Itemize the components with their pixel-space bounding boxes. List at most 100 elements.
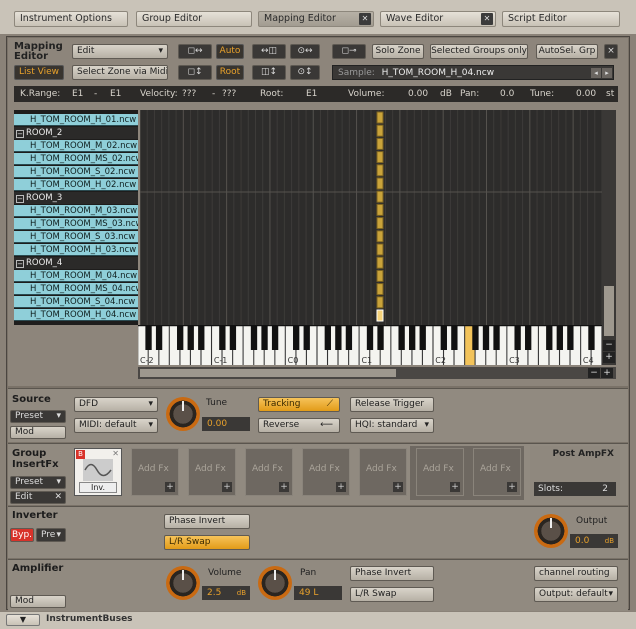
select-zone-midi-button[interactable]: Select Zone via Midi bbox=[72, 65, 168, 80]
black-key[interactable] bbox=[250, 326, 258, 350]
black-key[interactable] bbox=[271, 326, 279, 350]
tune-knob-value[interactable]: 0.00 bbox=[202, 417, 250, 431]
post-fx-slot-1[interactable]: Add Fx + bbox=[416, 448, 464, 496]
zone-block[interactable] bbox=[376, 111, 384, 124]
black-key[interactable] bbox=[588, 326, 595, 350]
hzoom-out-button[interactable]: − bbox=[588, 368, 600, 378]
black-key[interactable] bbox=[567, 326, 574, 350]
close-icon[interactable]: ✕ bbox=[359, 13, 371, 25]
tab-script-editor[interactable]: Script Editor bbox=[502, 11, 620, 27]
plus-icon[interactable]: + bbox=[507, 482, 517, 492]
root-button[interactable]: Root bbox=[216, 65, 244, 80]
velocity-high[interactable]: ??? bbox=[222, 86, 236, 102]
volume-knob-value[interactable]: 2.5 dB bbox=[202, 586, 250, 600]
pre-dropdown[interactable]: Pre bbox=[36, 528, 66, 542]
fx-preset-dropdown[interactable]: Preset bbox=[10, 476, 66, 489]
inverter-fx-slot[interactable]: B ✕ Inv. bbox=[74, 448, 122, 496]
release-trigger-button[interactable]: Release Trigger bbox=[350, 397, 434, 412]
tune-knob[interactable] bbox=[166, 397, 200, 431]
vertical-scrollbar[interactable]: − + bbox=[602, 110, 616, 365]
zone-tool-v-button[interactable]: ⊙↕ bbox=[290, 65, 320, 80]
lock-icon[interactable]: ◻⊸ bbox=[332, 44, 366, 59]
zone-block[interactable] bbox=[376, 177, 384, 190]
root-value[interactable]: E1 bbox=[306, 86, 317, 102]
zone-block[interactable] bbox=[376, 190, 384, 203]
amp-lr-swap-button[interactable]: L/R Swap bbox=[350, 587, 434, 602]
amp-mod-button[interactable]: Mod bbox=[10, 595, 66, 608]
zone-row[interactable]: H_TOM_ROOM_S_02.ncw bbox=[14, 166, 138, 178]
black-key[interactable] bbox=[145, 326, 152, 350]
zone-block[interactable] bbox=[376, 256, 384, 269]
list-view-button[interactable]: List View bbox=[14, 65, 64, 80]
zoom-in-button[interactable]: + bbox=[603, 352, 615, 363]
plus-icon[interactable]: + bbox=[222, 482, 232, 492]
zone-block[interactable] bbox=[376, 243, 384, 256]
output-knob-value[interactable]: 0.0 dB bbox=[570, 534, 618, 548]
black-key[interactable] bbox=[155, 326, 163, 350]
tune-value[interactable]: 0.00 bbox=[576, 86, 596, 102]
black-key[interactable] bbox=[261, 326, 268, 350]
black-key[interactable] bbox=[409, 326, 416, 350]
black-key[interactable] bbox=[366, 326, 374, 350]
zone-block[interactable] bbox=[376, 269, 384, 282]
amp-phase-invert-button[interactable]: Phase Invert bbox=[350, 566, 434, 581]
black-key[interactable] bbox=[398, 326, 405, 350]
hscroll-thumb[interactable] bbox=[140, 369, 396, 377]
expand-buses-button[interactable]: ▼ bbox=[6, 614, 40, 626]
zone-row[interactable]: H_TOM_ROOM_MS_04.ncw bbox=[14, 283, 138, 295]
fx-slot-2[interactable]: Add Fx + bbox=[131, 448, 179, 496]
black-key[interactable] bbox=[546, 326, 553, 350]
volume-value[interactable]: 0.00 bbox=[408, 86, 428, 102]
mapping-grid[interactable] bbox=[140, 110, 602, 325]
plus-icon[interactable]: + bbox=[450, 482, 460, 492]
zone-resize-v-button[interactable]: ◫↕ bbox=[252, 65, 286, 80]
black-key[interactable] bbox=[440, 326, 447, 350]
black-key[interactable] bbox=[556, 326, 563, 350]
output-dropdown[interactable]: Output: default bbox=[534, 587, 618, 602]
inverter-lr-swap-button[interactable]: L/R Swap bbox=[164, 535, 250, 550]
fx-slot-3[interactable]: Add Fx + bbox=[188, 448, 236, 496]
output-knob[interactable] bbox=[534, 514, 568, 548]
solo-zone-button[interactable]: Solo Zone bbox=[372, 44, 424, 59]
scroll-thumb[interactable] bbox=[604, 286, 614, 336]
tab-instrument-options[interactable]: Instrument Options bbox=[14, 11, 128, 27]
zone-row[interactable]: H_TOM_ROOM_M_02.ncw bbox=[14, 140, 138, 152]
piano-keyboard[interactable]: C-2 C-1 C0 C1 C2 C3 C4 bbox=[138, 325, 602, 365]
sample-next-icon[interactable]: ▸ bbox=[602, 68, 612, 78]
krange-high[interactable]: E1 bbox=[110, 86, 121, 102]
zone-row[interactable]: H_TOM_ROOM_S_04.ncw bbox=[14, 296, 138, 308]
black-key[interactable] bbox=[419, 326, 426, 350]
zone-block[interactable] bbox=[376, 296, 384, 309]
close-icon[interactable]: ✕ bbox=[54, 492, 62, 503]
zone-tool-button[interactable]: ⊙↔ bbox=[290, 44, 320, 59]
close-icon[interactable]: ✕ bbox=[112, 449, 119, 458]
hzoom-in-button[interactable]: + bbox=[601, 368, 613, 378]
selected-groups-only-button[interactable]: Selected Groups only bbox=[430, 44, 528, 59]
black-key[interactable] bbox=[177, 326, 184, 350]
tracking-button[interactable]: Tracking ⟋ bbox=[258, 397, 340, 412]
bypass-badge[interactable]: B bbox=[76, 450, 85, 459]
black-key[interactable] bbox=[472, 326, 479, 350]
sample-field[interactable]: Sample: H_TOM_ROOM_H_04.ncw ◂ ▸ bbox=[332, 65, 614, 80]
black-key[interactable] bbox=[482, 326, 490, 350]
collapse-icon[interactable]: − bbox=[16, 260, 24, 268]
bypass-button[interactable]: Byp. bbox=[10, 528, 34, 542]
zone-block[interactable] bbox=[376, 124, 384, 137]
volume-knob[interactable] bbox=[166, 566, 200, 600]
collapse-icon[interactable]: − bbox=[16, 195, 24, 203]
hq-dropdown[interactable]: HQI: standard bbox=[350, 418, 434, 433]
tab-wave-editor[interactable]: Wave Editor ✕ bbox=[380, 11, 496, 27]
piano-keys[interactable]: C-2 C-1 C0 C1 C2 C3 C4 bbox=[138, 326, 602, 365]
zone-row[interactable]: H_TOM_ROOM_M_04.ncw bbox=[14, 270, 138, 282]
edit-dropdown[interactable]: Edit bbox=[72, 44, 168, 59]
zone-row[interactable]: H_TOM_ROOM_H_02.ncw bbox=[14, 179, 138, 191]
plus-icon[interactable]: + bbox=[279, 482, 289, 492]
velocity-low[interactable]: ??? bbox=[182, 86, 196, 102]
zone-move-h-button[interactable]: ◻↔ bbox=[178, 44, 212, 59]
black-key[interactable] bbox=[493, 326, 500, 350]
zone-row[interactable]: H_TOM_ROOM_M_03.ncw bbox=[14, 205, 138, 217]
zone-block[interactable] bbox=[376, 217, 384, 230]
reverse-button[interactable]: Reverse ⟵ bbox=[258, 418, 340, 433]
zone-block[interactable] bbox=[376, 164, 384, 177]
zone-block[interactable] bbox=[376, 230, 384, 243]
